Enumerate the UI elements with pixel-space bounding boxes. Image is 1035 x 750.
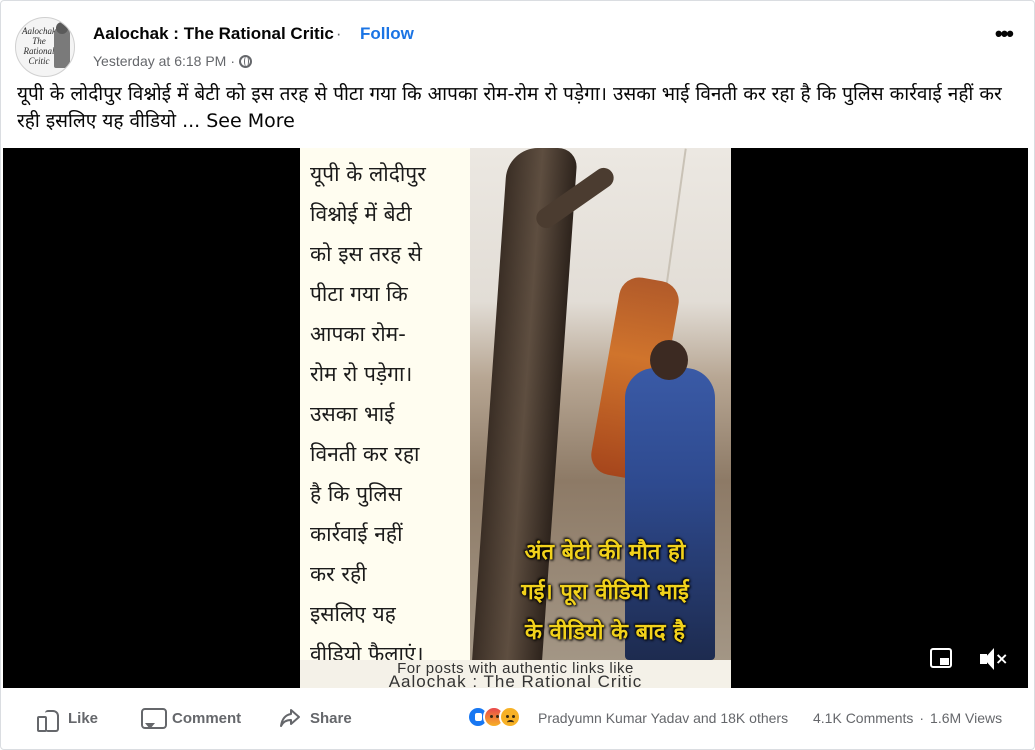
- thumbs-up-icon: [37, 707, 59, 732]
- speaker-cone: [984, 648, 994, 670]
- stats-separator: ·: [919, 710, 925, 726]
- meta-separator: ·: [230, 53, 236, 69]
- share-button[interactable]: Share: [279, 702, 352, 734]
- page-avatar[interactable]: Aalochak The Rational Critic: [15, 17, 75, 77]
- post-stats: 4.1K Comments · 1.6M Views: [813, 710, 1002, 726]
- globe-icon[interactable]: [239, 54, 253, 68]
- avatar-logo-text: Aalochak The Rational Critic: [22, 26, 56, 66]
- reacted-by-text[interactable]: Pradyumn Kumar Yadav and 18K others: [538, 710, 788, 726]
- reaction-icons[interactable]: [467, 706, 521, 728]
- see-more-link[interactable]: ... See More: [182, 110, 295, 132]
- post-caption: यूपी के लोदीपुर विश्नोई में बेटी को इस त…: [17, 81, 1017, 135]
- page-name-link[interactable]: Aalochak : The Rational Critic ·: [93, 24, 346, 44]
- rope: [665, 148, 687, 288]
- views-count: 1.6M Views: [930, 710, 1003, 726]
- page-name[interactable]: Aalochak : The Rational Critic: [93, 24, 334, 43]
- video-overlay-text: अंत बेटी की मौत हो गई। पूरा वीडियो भाई क…: [521, 540, 689, 645]
- post-meta: Yesterday at 6:18 PM ·: [93, 53, 253, 69]
- mute-x-icon: ×: [995, 649, 1009, 668]
- like-label: Like: [68, 709, 99, 727]
- sad-reaction-icon: [499, 706, 521, 728]
- post-timestamp[interactable]: Yesterday at 6:18 PM: [93, 53, 226, 69]
- avatar-figure-icon: [54, 22, 70, 68]
- more-options-icon[interactable]: •••: [995, 21, 1014, 47]
- video-text-panel: यूपी के लोदीपुर विश्नोई में बेटी को इस त…: [300, 148, 470, 666]
- banner-line-2: Aalochak : The Rational Critic: [388, 672, 643, 688]
- video-bottom-banner: For posts with authentic links like Aalo…: [300, 660, 731, 688]
- action-bar: Like Comment Share Pradyumn Kumar Yadav …: [1, 694, 1035, 742]
- like-button[interactable]: Like: [37, 702, 98, 734]
- comment-label: Comment: [172, 709, 242, 727]
- share-arrow-icon: [279, 707, 301, 729]
- follow-button[interactable]: Follow: [360, 24, 414, 44]
- muted-speaker-icon[interactable]: ×: [980, 648, 1009, 670]
- facebook-post: Aalochak The Rational Critic Aalochak : …: [0, 0, 1035, 750]
- name-separator: ·: [335, 24, 342, 43]
- share-label: Share: [310, 709, 352, 727]
- caption-text: यूपी के लोदीपुर विश्नोई में बेटी को इस त…: [17, 83, 1002, 132]
- video-player[interactable]: यूपी के लोदीपुर विश्नोई में बेटी को इस त…: [3, 148, 1028, 688]
- post-header: Aalochak The Rational Critic Aalochak : …: [15, 15, 1020, 77]
- video-frame[interactable]: यूपी के लोदीपुर विश्नोई में बेटी को इस त…: [300, 148, 731, 688]
- comment-button[interactable]: Comment: [141, 702, 241, 734]
- comment-bubble-icon: [141, 707, 167, 729]
- video-panel-text: यूपी के लोदीपुर विश्नोई में बेटी को इस त…: [310, 162, 426, 666]
- comments-count[interactable]: 4.1K Comments: [813, 710, 913, 726]
- picture-in-picture-icon[interactable]: [930, 648, 952, 668]
